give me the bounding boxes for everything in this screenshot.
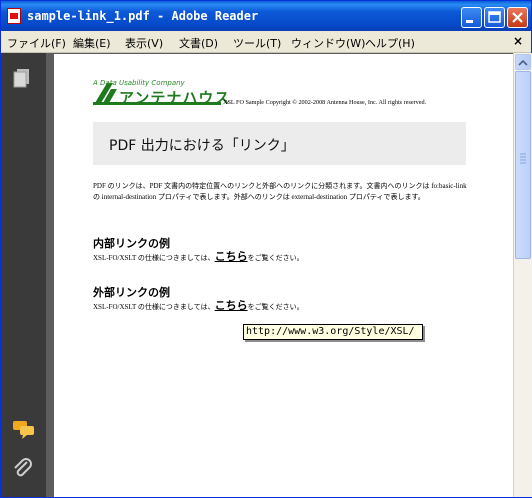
chevron-up-icon — [518, 59, 528, 66]
logo-tagline: A Data Usability Company — [93, 79, 185, 87]
maximize-icon — [488, 11, 501, 23]
link-url-tooltip: http://www.w3.org/Style/XSL/ — [243, 324, 423, 340]
maximize-button[interactable] — [484, 7, 505, 28]
menu-window[interactable]: ウィンドウ(W) — [291, 35, 365, 51]
menu-document[interactable]: 文書(D) — [179, 35, 218, 51]
close-window-button[interactable] — [507, 7, 528, 28]
intro-paragraph: PDF のリンクは、PDF 文書内の特定位置へのリンクと外部へのリンクに分類され… — [93, 182, 467, 201]
menu-bar: ファイル(F) 編集(E) 表示(V) 文書(D) ツール(T) ウィンドウ(W… — [1, 32, 531, 53]
scroll-thumb[interactable] — [515, 71, 531, 259]
title-banner: PDF 出力における「リンク」 — [93, 122, 466, 165]
minimize-button[interactable] — [461, 7, 482, 28]
menu-help[interactable]: ヘルプ(H) — [365, 35, 415, 51]
internal-text-before: XSL-FO/XSLT の仕様につきましては、 — [93, 254, 215, 262]
window-title: sample-link_1.pdf - Adobe Reader — [27, 9, 259, 23]
grip-icon — [520, 153, 526, 164]
external-link-line: XSL-FO/XSLT の仕様につきましては、こちらをご覧ください。 — [93, 297, 304, 313]
menu-file[interactable]: ファイル(F) — [7, 35, 66, 51]
minimize-icon — [466, 20, 473, 23]
pdf-page — [54, 54, 513, 497]
internal-link-line: XSL-FO/XSLT の仕様につきましては、こちらをご覧ください。 — [93, 248, 304, 264]
navigation-panel — [1, 53, 46, 497]
menu-tools[interactable]: ツール(T) — [233, 35, 281, 51]
external-text-before: XSL-FO/XSLT の仕様につきましては、 — [93, 303, 215, 311]
close-icon — [512, 12, 523, 23]
internal-link[interactable]: こちら — [215, 251, 248, 263]
vertical-scrollbar[interactable] — [513, 53, 532, 497]
external-text-after: をご覧ください。 — [247, 303, 304, 311]
internal-text-after: をご覧ください。 — [247, 254, 304, 262]
external-link[interactable]: こちら — [215, 300, 248, 312]
title-bar[interactable]: sample-link_1.pdf - Adobe Reader — [1, 1, 531, 31]
document-close-button[interactable]: × — [513, 34, 523, 48]
document-title: PDF 出力における「リンク」 — [109, 138, 295, 154]
pdf-app-icon — [7, 8, 21, 24]
copyright-text: XSL FO Sample Copyright © 2002-2008 Ante… — [223, 99, 427, 106]
scroll-up-button[interactable] — [515, 54, 531, 70]
comments-icon[interactable] — [12, 420, 36, 440]
pages-icon[interactable] — [12, 68, 32, 90]
attachments-icon[interactable] — [12, 458, 34, 480]
logo-underline — [93, 102, 221, 105]
menu-view[interactable]: 表示(V) — [125, 35, 163, 51]
menu-edit[interactable]: 編集(E) — [73, 35, 111, 51]
reader-window: sample-link_1.pdf - Adobe Reader ファイル(F)… — [0, 0, 532, 498]
